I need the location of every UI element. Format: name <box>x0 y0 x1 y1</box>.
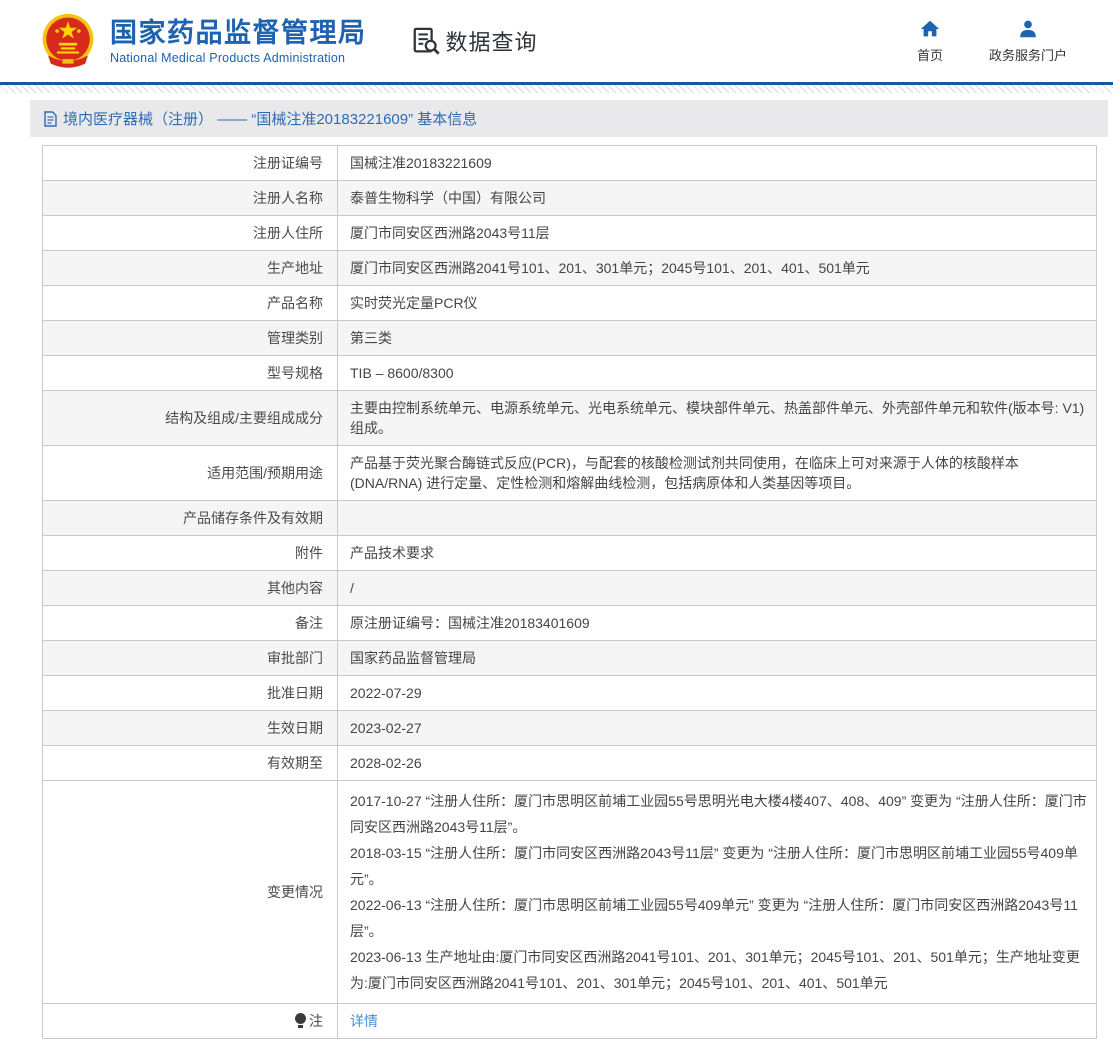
table-row: 变更情况 2017-10-27 “注册人住所：厦门市思明区前埔工业园55号思明光电… <box>42 780 1097 1004</box>
row-value: 第三类 <box>337 320 1097 356</box>
table-row: 注册人住所 厦门市同安区西洲路2043号11层 <box>42 215 1097 251</box>
org-title-block: 国家药品监督管理局 National Medical Products Admi… <box>110 18 367 65</box>
table-row: 生产地址 厦门市同安区西洲路2041号101、201、301单元；2045号101… <box>42 250 1097 286</box>
row-value: 2028-02-26 <box>337 745 1097 781</box>
row-value: 详情 <box>337 1003 1097 1039</box>
row-value: 2022-07-29 <box>337 675 1097 711</box>
table-row: 管理类别 第三类 <box>42 320 1097 356</box>
user-icon <box>1020 20 1036 38</box>
row-value: 泰普生物科学（中国）有限公司 <box>337 180 1097 216</box>
table-row: 型号规格 TIB – 8600/8300 <box>42 355 1097 391</box>
table-row: 注册人名称 泰普生物科学（中国）有限公司 <box>42 180 1097 216</box>
table-row: 结构及组成/主要组成成分 主要由控制系统单元、电源系统单元、光电系统单元、模块部件… <box>42 390 1097 446</box>
nav-item-portal[interactable]: 政务服务门户 <box>989 18 1067 64</box>
row-value: TIB – 8600/8300 <box>337 355 1097 391</box>
row-label: 备注 <box>42 605 338 641</box>
row-value: 2023-02-27 <box>337 710 1097 746</box>
table-row: 有效期至 2028-02-26 <box>42 745 1097 781</box>
row-label: 产品储存条件及有效期 <box>42 500 338 536</box>
table-row: 适用范围/预期用途 产品基于荧光聚合酶链式反应(PCR)，与配套的核酸检测试剂共同… <box>42 445 1097 501</box>
nav-item-label: 首页 <box>916 48 943 63</box>
data-query-icon <box>413 27 440 55</box>
row-label: 注册证编号 <box>42 145 338 181</box>
row-label: 注册人住所 <box>42 215 338 251</box>
row-label: 管理类别 <box>42 320 338 356</box>
org-name-zh: 国家药品监督管理局 <box>110 17 367 48</box>
row-label: 附件 <box>42 535 338 571</box>
data-query-label: 数据查询 <box>445 30 538 55</box>
table-row: 生效日期 2023-02-27 <box>42 710 1097 746</box>
row-value: 厦门市同安区西洲路2041号101、201、301单元；2045号101、201… <box>337 250 1097 286</box>
nav-item-home[interactable]: 首页 <box>917 18 943 64</box>
info-table-body: 注册证编号 国械注准20183221609 注册人名称 泰普生物科学（中国）有限公司注… <box>42 145 1097 1039</box>
data-query-section[interactable]: 数据查询 <box>411 25 538 57</box>
row-value: 产品基于荧光聚合酶链式反应(PCR)，与配套的核酸检测试剂共同使用，在临床上可对… <box>337 445 1097 501</box>
breadcrumb-title: 境内医疗器械（注册） —— “国械注准20183221609” 基本信息 <box>63 111 478 128</box>
row-label: 生产地址 <box>42 250 338 286</box>
row-value: 产品技术要求 <box>337 535 1097 571</box>
row-label: 批准日期 <box>42 675 338 711</box>
row-label: 其他内容 <box>42 570 338 606</box>
change-history-line: 2018-03-15 “注册人住所：厦门市同安区西洲路2043号11层” 变更为… <box>350 845 1078 887</box>
site-header: 国家药品监督管理局 National Medical Products Admi… <box>0 0 1113 82</box>
nav-item-label: 政务服务门户 <box>988 48 1067 63</box>
table-row: 批准日期 2022-07-29 <box>42 675 1097 711</box>
row-label: 产品名称 <box>42 285 338 321</box>
row-value: 实时荧光定量PCR仪 <box>337 285 1097 321</box>
page-content: 境内医疗器械（注册） —— “国械注准20183221609” 基本信息 注册证… <box>0 93 1113 1039</box>
row-value <box>337 500 1097 536</box>
table-row: 其他内容 / <box>42 570 1097 606</box>
table-row: 备注 原注册证编号：国械注准20183401609 <box>42 605 1097 641</box>
row-label: 有效期至 <box>42 745 338 781</box>
row-label: 审批部门 <box>42 640 338 676</box>
row-value: 国械注准20183221609 <box>337 145 1097 181</box>
change-history-line: 2017-10-27 “注册人住所：厦门市思明区前埔工业园55号思明光电大楼4楼… <box>350 793 1087 835</box>
row-value: 原注册证编号：国械注准20183401609 <box>337 605 1097 641</box>
panel-header: 境内医疗器械（注册） —— “国械注准20183221609” 基本信息 <box>30 100 1108 137</box>
table-row: 注详情 <box>42 1003 1097 1039</box>
row-label: 生效日期 <box>42 710 338 746</box>
table-row: 产品储存条件及有效期 <box>42 500 1097 536</box>
change-history-line: 2022-06-13 “注册人住所：厦门市思明区前埔工业园55号409单元” 变… <box>350 897 1078 939</box>
detail-link[interactable]: 详情 <box>350 1013 378 1029</box>
row-label: 适用范围/预期用途 <box>42 445 338 501</box>
row-value: 国家药品监督管理局 <box>337 640 1097 676</box>
row-label: 注册人名称 <box>42 180 338 216</box>
registration-info-table: 注册证编号 国械注准20183221609 注册人名称 泰普生物科学（中国）有限公司注… <box>42 145 1097 1039</box>
row-label: 变更情况 <box>42 780 338 1004</box>
row-value: / <box>337 570 1097 606</box>
document-icon <box>44 110 57 127</box>
table-row: 产品名称 实时荧光定量PCR仪 <box>42 285 1097 321</box>
row-value: 主要由控制系统单元、电源系统单元、光电系统单元、模块部件单元、热盖部件单元、外壳… <box>337 390 1097 446</box>
table-row: 审批部门 国家药品监督管理局 <box>42 640 1097 676</box>
row-label: 注 <box>42 1003 338 1039</box>
row-label: 结构及组成/主要组成成分 <box>42 390 338 446</box>
table-row: 附件 产品技术要求 <box>42 535 1097 571</box>
org-name-en: National Medical Products Administration <box>110 50 346 65</box>
header-nav: 首页 政务服务门户 <box>917 18 1113 64</box>
hatch-strip <box>0 85 1113 93</box>
change-history-line: 2023-06-13 生产地址由:厦门市同安区西洲路2041号101、201、3… <box>350 949 1080 991</box>
row-value: 厦门市同安区西洲路2043号11层 <box>337 215 1097 251</box>
nmpa-emblem-logo <box>42 13 94 68</box>
table-row: 注册证编号 国械注准20183221609 <box>42 145 1097 181</box>
row-label: 型号规格 <box>42 355 338 391</box>
bulb-icon <box>295 1013 306 1028</box>
row-value: 2017-10-27 “注册人住所：厦门市思明区前埔工业园55号思明光电大楼4楼… <box>337 780 1097 1004</box>
home-icon <box>920 20 940 37</box>
